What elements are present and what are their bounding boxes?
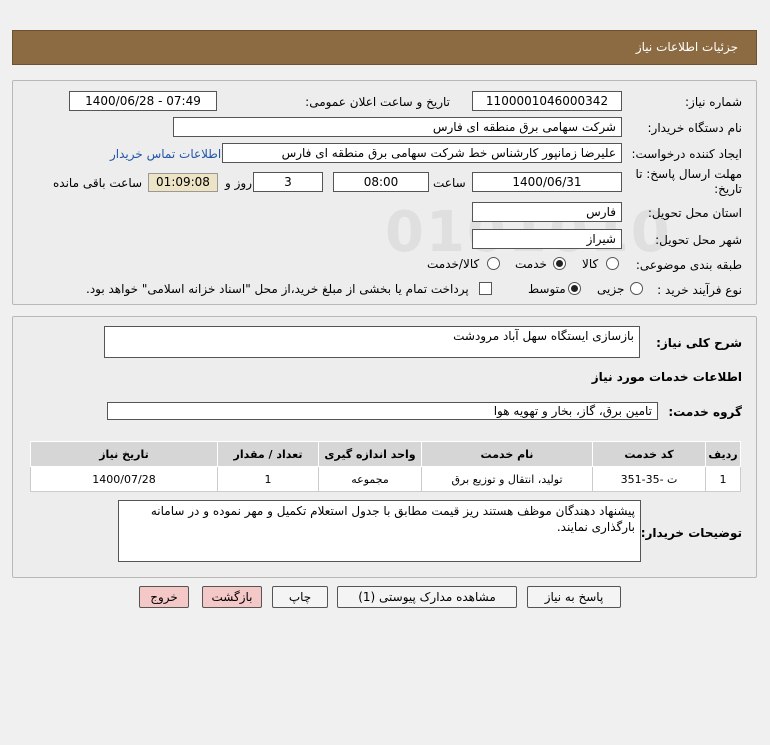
process-minor-label: جزیی: [597, 282, 625, 296]
cell-need-date: 1400/07/28: [30, 466, 218, 492]
process-medium-label: متوسط: [528, 282, 566, 296]
deadline-time-field[interactable]: 08:00: [333, 172, 429, 192]
province-field[interactable]: فارس: [472, 202, 622, 222]
category-service-radio[interactable]: [553, 257, 566, 270]
col-row-number: ردیف: [705, 441, 741, 467]
col-quantity: تعداد / مقدار: [217, 441, 319, 467]
requester-label: ایجاد کننده درخواست:: [631, 147, 742, 161]
need-number-label: شماره نیاز:: [685, 95, 742, 109]
need-number-field[interactable]: 1100001046000342: [472, 91, 622, 111]
cell-quantity: 1: [217, 466, 319, 492]
category-goods-label: کالا: [582, 257, 599, 271]
remaining-label: ساعت باقی مانده: [53, 176, 143, 190]
col-service-name: نام خدمت: [421, 441, 593, 467]
treasury-payment-note: پرداخت تمام یا بخشی از مبلغ خرید،از محل …: [86, 282, 469, 296]
process-minor-radio[interactable]: [630, 282, 643, 295]
deadline-date-field[interactable]: 1400/06/31: [472, 172, 622, 192]
service-group-label: گروه خدمت:: [668, 405, 742, 419]
deadline-label: مهلت ارسال پاسخ: تا: [635, 167, 742, 181]
buyer-contact-link[interactable]: اطلاعات تماس خریدار: [110, 147, 221, 161]
category-label: طبقه بندی موضوعی:: [635, 258, 742, 272]
city-label: شهر محل تحویل:: [655, 233, 742, 247]
days-field[interactable]: 3: [253, 172, 323, 192]
page-header: جزئیات اطلاعات نیاز: [12, 30, 757, 65]
col-need-date: تاریخ نیاز: [30, 441, 218, 467]
page-title: جزئیات اطلاعات نیاز: [635, 40, 738, 54]
deadline-date-label: تاریخ:: [714, 182, 742, 196]
buyer-notes-field[interactable]: پیشنهاد دهندگان موظف هستند ریز قیمت مطاب…: [118, 500, 641, 562]
exit-button[interactable]: خروج: [139, 586, 189, 608]
reply-button[interactable]: پاسخ به نیاز: [527, 586, 621, 608]
cell-row-number: 1: [705, 466, 741, 492]
print-button[interactable]: چاپ: [272, 586, 328, 608]
days-label: روز و: [225, 176, 252, 190]
cell-service-code: ت -35-351: [592, 466, 706, 492]
buyer-org-field[interactable]: شرکت سهامی برق منطقه ای فارس: [173, 117, 622, 137]
process-label: نوع فرآیند خرید :: [657, 283, 742, 297]
remaining-timer: 01:09:08: [148, 173, 218, 192]
province-label: استان محل تحویل:: [647, 206, 742, 220]
buyer-notes-label: توضیحات خریدار:: [640, 526, 742, 540]
view-attachments-button[interactable]: مشاهده مدارک پیوستی (1): [337, 586, 517, 608]
table-row[interactable]: 1 ت -35-351 تولید، انتقال و توزیع برق مج…: [30, 466, 741, 492]
announce-field[interactable]: 1400/06/28 - 07:49: [69, 91, 217, 111]
col-service-code: کد خدمت: [592, 441, 706, 467]
category-goods-service-radio[interactable]: [487, 257, 500, 270]
services-table: ردیف کد خدمت نام خدمت واحد اندازه گیری ت…: [30, 441, 741, 492]
category-goods-radio[interactable]: [606, 257, 619, 270]
table-header-row: ردیف کد خدمت نام خدمت واحد اندازه گیری ت…: [30, 441, 741, 467]
category-goods-service-label: کالا/خدمت: [427, 257, 480, 271]
category-service-label: خدمت: [515, 257, 547, 271]
time-label: ساعت: [433, 176, 466, 190]
cell-service-name: تولید، انتقال و توزیع برق: [421, 466, 593, 492]
city-field[interactable]: شیراز: [472, 229, 622, 249]
buyer-org-label: نام دستگاه خریدار:: [647, 121, 743, 135]
requester-field[interactable]: علیرضا زمانپور کارشناس خط شرکت سهامی برق…: [222, 143, 622, 163]
cell-unit: مجموعه: [318, 466, 422, 492]
back-button[interactable]: بازگشت: [202, 586, 262, 608]
summary-label: شرح کلی نیاز:: [656, 336, 742, 350]
announce-label: تاریخ و ساعت اعلان عمومی:: [305, 95, 450, 109]
service-group-field[interactable]: تامین برق، گاز، بخار و تهویه هوا: [107, 402, 658, 420]
treasury-payment-checkbox[interactable]: [479, 282, 492, 295]
services-section-title: اطلاعات خدمات مورد نیاز: [591, 370, 742, 384]
summary-field[interactable]: بازسازی ایستگاه سهل آباد مرودشت: [104, 326, 640, 358]
col-unit: واحد اندازه گیری: [318, 441, 422, 467]
process-medium-radio[interactable]: [568, 282, 581, 295]
